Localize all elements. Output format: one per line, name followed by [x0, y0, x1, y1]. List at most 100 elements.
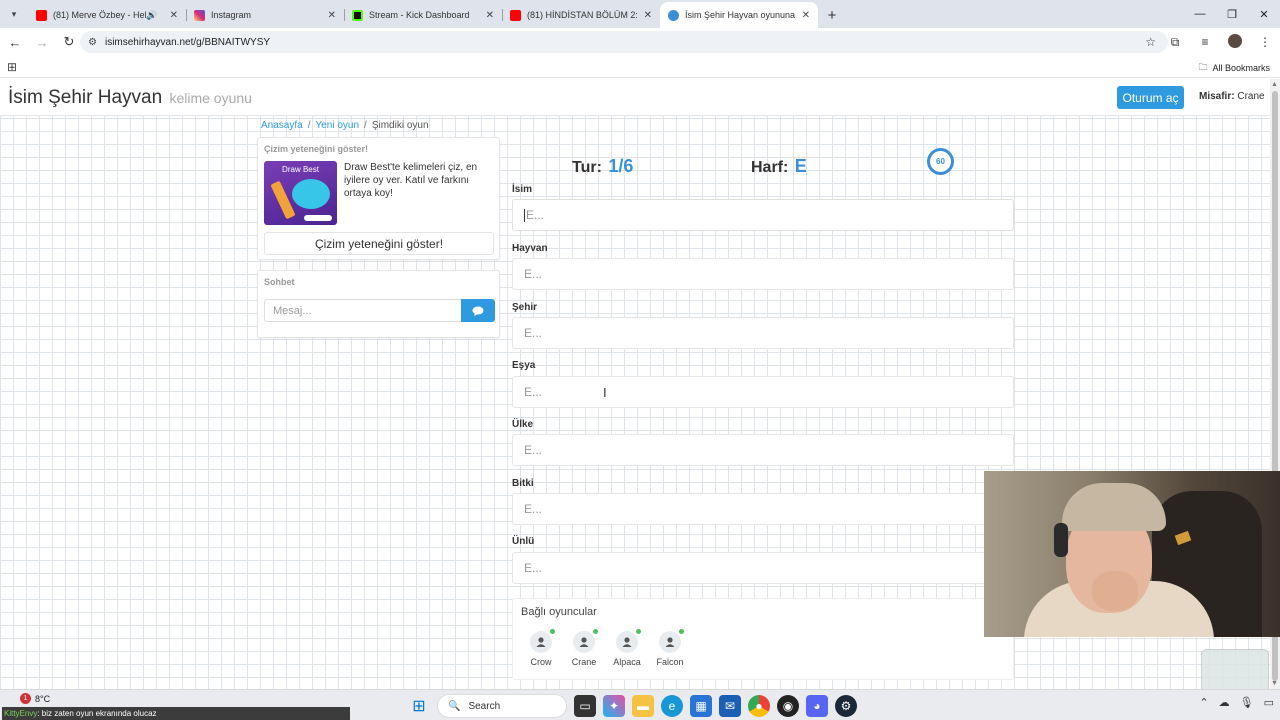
steam-icon[interactable]: ⚙	[835, 695, 857, 717]
folder-icon: 🗀	[1198, 62, 1208, 72]
site-header: İsim Şehir Hayvan kelime oyunu Oturum aç…	[0, 79, 1270, 116]
reload-icon[interactable]: ↻	[57, 30, 81, 54]
close-icon[interactable]: ✕	[328, 10, 336, 21]
forward-icon[interactable]: →	[30, 30, 54, 54]
webcam-overlay	[984, 471, 1280, 637]
discord-icon[interactable]: ◕	[806, 695, 828, 717]
login-button[interactable]: Oturum aç	[1117, 86, 1184, 109]
field-label-ulke: Ülke	[512, 419, 534, 430]
answer-input-ulke[interactable]: E...	[512, 434, 1014, 466]
profile-avatar[interactable]	[1220, 33, 1250, 51]
minimize-icon[interactable]: —	[1184, 0, 1216, 28]
answer-input-esya[interactable]: E...	[512, 376, 1014, 408]
close-icon[interactable]: ✕	[644, 10, 652, 21]
field-label-esya: Eşya	[512, 360, 536, 371]
letter-value: E	[794, 156, 807, 176]
letter-label: Harf:	[751, 159, 789, 176]
extensions-icon[interactable]: ⧉	[1160, 35, 1190, 50]
menu-icon[interactable]: ⋮	[1250, 35, 1280, 49]
browser-tab[interactable]: (81) Merve Özbey - Helal Et 🔊 ✕	[28, 2, 186, 28]
browser-tab-active[interactable]: İsim Şehir Hayvan oyununa kat ✕	[660, 2, 818, 28]
chrome-icon[interactable]: ●	[748, 695, 770, 717]
breadcrumb-new-game-link[interactable]: Yeni oyun	[315, 120, 359, 131]
site-info-icon[interactable]: ⚙	[88, 37, 97, 48]
close-icon[interactable]: ✕	[486, 10, 494, 21]
guest-user[interactable]: Misafir: Crane	[1199, 91, 1265, 102]
file-explorer-icon[interactable]: ▬	[632, 695, 654, 717]
close-icon[interactable]: ✕	[802, 10, 810, 21]
new-tab-button[interactable]: +	[818, 2, 846, 28]
players-title: Bağlı oyuncular	[521, 606, 597, 618]
brand-subtitle: kelime oyunu	[169, 90, 252, 106]
restore-icon[interactable]: ❐	[1216, 0, 1248, 28]
field-label-sehir: Şehir	[512, 302, 538, 313]
user-avatar-icon	[659, 629, 684, 653]
text-cursor-icon: I	[603, 385, 607, 400]
browser-tab[interactable]: (81) HİNDİSTAN BÖLÜM 2: VAR ✕	[502, 2, 660, 28]
online-indicator	[679, 629, 684, 634]
browser-toolbar: ← → ↻ ⚙ isimsehirhayvan.net/g/BBNAITWYSY…	[0, 28, 1280, 56]
weather-widget[interactable]: 1 8°C	[20, 693, 50, 704]
field-label-unlu: Ünlü	[512, 536, 535, 547]
player-item[interactable]: Crane	[564, 629, 604, 667]
scroll-up-icon[interactable]: ▲	[1271, 81, 1278, 88]
microphone-icon[interactable]: 🎙	[1240, 696, 1254, 709]
chat-send-button[interactable]	[461, 299, 495, 322]
kick-icon	[352, 9, 363, 21]
draw-best-image[interactable]: Draw Best	[264, 161, 337, 225]
browser-tab[interactable]: Instagram ✕	[186, 2, 344, 28]
tab-search-button[interactable]: ▾	[0, 0, 28, 28]
apps-grid-icon[interactable]: ⊞	[7, 60, 17, 74]
speaker-icon[interactable]: 🔊	[146, 10, 157, 21]
promo-heading: Çizim yeteneğini göster!	[264, 144, 369, 154]
all-bookmarks-button[interactable]: 🗀 All Bookmarks	[1198, 60, 1270, 76]
tab-title: Stream - Kick Dashboard	[369, 10, 470, 20]
answer-input-bitki[interactable]: E...	[512, 493, 1014, 525]
copilot-icon[interactable]: ✦	[603, 695, 625, 717]
field-label-bitki: Bitki	[512, 478, 534, 489]
tab-title: (81) Merve Özbey - Helal Et	[53, 10, 146, 20]
connected-players-panel: Bağlı oyuncular Crow Crane Alpaca Falcon	[512, 598, 1014, 680]
outlook-icon[interactable]: ✉	[719, 695, 741, 717]
tray-overflow-icon[interactable]: ⌃	[1199, 696, 1208, 709]
back-icon[interactable]: ←	[3, 30, 27, 54]
brand-title: İsim Şehir Hayvan	[8, 87, 163, 108]
chat-message-input[interactable]: Mesaj...	[264, 299, 461, 322]
windows-start-icon[interactable]: ⊞	[408, 695, 430, 717]
player-item[interactable]: Crow	[521, 629, 561, 667]
store-icon[interactable]: ▦	[690, 695, 712, 717]
round-label: Tur:	[572, 159, 602, 176]
taskbar-search[interactable]: 🔍 Search	[437, 694, 567, 718]
youtube-icon	[510, 9, 521, 21]
site-logo[interactable]: İsim Şehir Hayvan kelime oyunu	[8, 87, 252, 109]
all-bookmarks-label: All Bookmarks	[1212, 63, 1270, 73]
obs-icon[interactable]: ◉	[777, 695, 799, 717]
answer-input-unlu[interactable]: E...	[512, 552, 1014, 584]
draw-best-button[interactable]: Çizim yeteneğini göster!	[264, 232, 494, 255]
scroll-down-icon[interactable]: ▼	[1271, 680, 1278, 687]
answer-input-isim[interactable]: E...	[512, 199, 1014, 231]
player-item[interactable]: Alpaca	[607, 629, 647, 667]
address-bar[interactable]: ⚙ isimsehirhayvan.net/g/BBNAITWYSY ☆	[80, 31, 1168, 53]
player-name: Crane	[571, 657, 597, 667]
media-icon[interactable]: ≡	[1190, 35, 1220, 49]
cloud-icon[interactable]: ☁	[1219, 696, 1230, 709]
os-taskbar: 1 8°C KittyEnvy: biz zaten oyun ekranınd…	[0, 689, 1280, 720]
promo-text: Draw Best'te kelimeleri çiz, en iyilere …	[344, 162, 478, 199]
answer-input-sehir[interactable]: E...	[512, 317, 1014, 349]
close-icon[interactable]: ✕	[170, 10, 178, 21]
field-label-hayvan: Hayvan	[512, 243, 548, 254]
chat-line-message: : biz zaten oyun ekranında olucaz	[37, 709, 157, 718]
game-status-bar: Tur: 1/6 Harf: E 60	[512, 141, 1012, 185]
player-item[interactable]: Falcon	[650, 629, 690, 667]
edge-icon[interactable]: e	[661, 695, 683, 717]
breadcrumb-home-link[interactable]: Anasayfa	[261, 120, 303, 131]
answer-input-hayvan[interactable]: E...	[512, 258, 1014, 290]
close-window-icon[interactable]: ✕	[1248, 0, 1280, 28]
display-icon[interactable]: ▭	[1264, 696, 1274, 709]
notification-badge: 1	[20, 693, 31, 704]
task-view-icon[interactable]: ▭	[574, 695, 596, 717]
bookmark-star-icon[interactable]: ☆	[1145, 35, 1156, 49]
browser-tab[interactable]: Stream - Kick Dashboard ✕	[344, 2, 502, 28]
system-tray: ⌃ ☁ 🎙 ▭	[1199, 696, 1274, 709]
